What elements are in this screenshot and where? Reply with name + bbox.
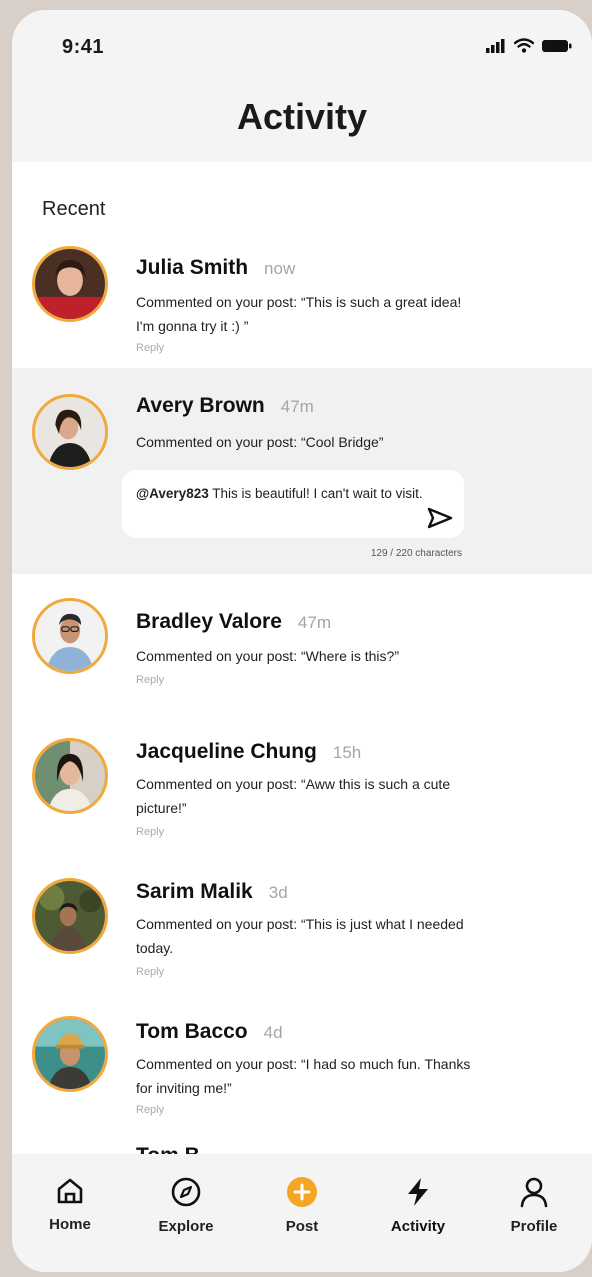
avatar — [32, 394, 108, 470]
reply-link[interactable]: Reply — [136, 966, 164, 978]
battery-icon — [542, 39, 572, 52]
comment-text: Commented on your post: “This is just wh… — [136, 916, 464, 956]
activity-item-expanded[interactable]: Avery Brown 47m Commented on your post: … — [12, 368, 592, 574]
reply-link[interactable]: Reply — [136, 1104, 164, 1116]
section-label-recent: Recent — [42, 198, 106, 220]
plus-circle-icon — [287, 1177, 317, 1207]
comment-text: Commented on your post: “This is such a … — [136, 294, 462, 334]
activity-item[interactable]: Sarim Malik 3d Commented on your post: “… — [12, 860, 592, 998]
tab-profile[interactable]: Profile — [484, 1176, 584, 1235]
reply-mention: @Avery823 — [136, 486, 209, 501]
avatar — [32, 878, 108, 954]
comment-text: Commented on your post: “Cool Bridge” — [136, 434, 384, 450]
comment-text: Commented on your post: “I had so much f… — [136, 1056, 471, 1096]
activity-item[interactable]: Tom Bacco 4d Commented on your post: “I … — [12, 1000, 592, 1138]
comment-text: Commented on your post: “Where is this?” — [136, 648, 399, 664]
status-icons — [486, 38, 572, 53]
reply-text: This is beautiful! I can't wait to visit… — [208, 486, 423, 501]
user-name[interactable]: Tom Bacco — [136, 1020, 248, 1044]
timestamp: 3d — [268, 883, 288, 902]
user-name[interactable]: Julia Smith — [136, 256, 248, 280]
character-count: 129 / 220 characters — [370, 548, 462, 559]
user-name[interactable]: Sarim Malik — [136, 880, 253, 904]
user-name[interactable]: Avery Brown — [136, 394, 265, 418]
signal-icon — [486, 38, 505, 53]
reply-link[interactable]: Reply — [136, 674, 164, 686]
tab-label: Explore — [158, 1218, 214, 1235]
timestamp: 15h — [332, 743, 362, 762]
tab-activity[interactable]: Activity — [368, 1176, 468, 1235]
comment-text: Commented on your post: “Aww this is suc… — [136, 776, 451, 816]
avatar — [32, 598, 108, 674]
tab-label: Profile — [510, 1218, 558, 1235]
phone-screen: 9:41 Activity Recent Julia Smith now Com… — [12, 10, 592, 1272]
tab-label: Post — [285, 1218, 319, 1235]
timestamp: 47m — [280, 397, 314, 416]
reply-input[interactable]: @Avery823 This is beautiful! I can't wai… — [122, 470, 464, 538]
timestamp: now — [264, 259, 296, 278]
avatar — [32, 738, 108, 814]
tab-label: Activity — [390, 1218, 446, 1235]
avatar — [32, 246, 108, 322]
send-icon[interactable] — [426, 506, 454, 530]
home-icon — [57, 1178, 83, 1204]
tab-label: Home — [49, 1216, 91, 1233]
user-name[interactable]: Bradley Valore — [136, 610, 282, 634]
avatar — [32, 1016, 108, 1092]
status-time: 9:41 — [62, 36, 105, 58]
activity-item[interactable]: Julia Smith now Commented on your post: … — [12, 240, 592, 368]
timestamp: 4d — [263, 1023, 283, 1042]
reply-link[interactable]: Reply — [136, 342, 164, 354]
activity-item[interactable]: Jacqueline Chung 15h Commented on your p… — [12, 720, 592, 860]
compass-icon — [171, 1177, 201, 1207]
activity-item[interactable]: Bradley Valore 47m Commented on your pos… — [12, 574, 592, 702]
bottom-tab-bar: Home Explore Post Activity Profile — [12, 1154, 592, 1272]
user-icon — [520, 1177, 548, 1208]
reply-link[interactable]: Reply — [136, 826, 164, 838]
tab-home[interactable]: Home — [20, 1176, 120, 1233]
tab-explore[interactable]: Explore — [136, 1176, 236, 1235]
tab-post[interactable]: Post — [252, 1176, 352, 1235]
lightning-icon — [408, 1178, 428, 1206]
wifi-icon — [514, 38, 534, 53]
page-title: Activity — [236, 96, 368, 137]
timestamp: 47m — [297, 613, 331, 632]
user-name[interactable]: Jacqueline Chung — [136, 740, 317, 764]
header: 9:41 Activity — [12, 10, 592, 162]
